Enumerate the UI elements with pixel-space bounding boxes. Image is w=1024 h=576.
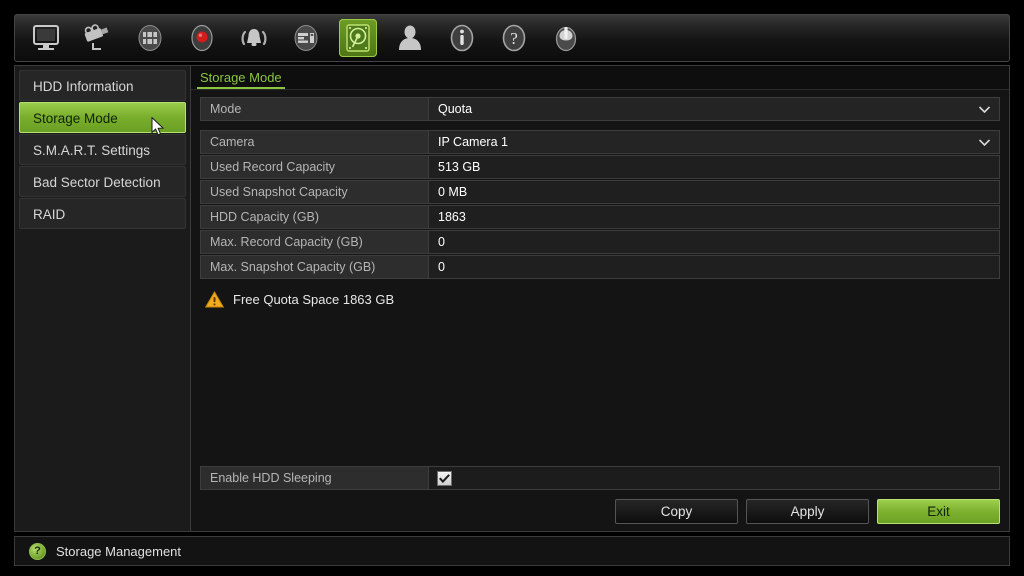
sidebar-item-raid[interactable]: RAID [19,198,186,229]
enable-hdd-sleeping-field [428,466,1000,490]
svg-text:?: ? [510,29,518,48]
help-icon[interactable]: ? [495,19,533,57]
camera-label: Camera [200,130,428,154]
warning-triangle-icon [205,291,224,308]
max-snapshot-capacity-row: Max. Snapshot Capacity (GB) 0 [200,255,1000,279]
chevron-down-icon [979,138,990,146]
enable-hdd-sleeping-row: Enable HDD Sleeping [200,466,1000,490]
used-snapshot-capacity-row: Used Snapshot Capacity 0 MB [200,180,1000,204]
hdd-capacity-label: HDD Capacity (GB) [200,205,428,229]
camera-icon[interactable] [79,19,117,57]
nvr-storage-mode-screen: ? HDD Information Storage Mode S.M.A.R.T… [0,0,1024,576]
info-icon[interactable] [443,19,481,57]
row-separator [200,122,1000,130]
status-bar: ? Storage Management [14,536,1010,566]
max-snapshot-capacity-input[interactable]: 0 [428,255,1000,279]
mode-value: Quota [438,102,473,116]
used-record-capacity-label: Used Record Capacity [200,155,428,179]
status-bar-text: Storage Management [56,543,182,559]
max-record-capacity-input[interactable]: 0 [428,230,1000,254]
sidebar-menu: HDD Information Storage Mode S.M.A.R.T. … [14,65,190,532]
device-icon[interactable] [287,19,325,57]
sidebar-item-smart-settings[interactable]: S.M.A.R.T. Settings [19,134,186,165]
power-icon[interactable] [547,19,585,57]
used-record-capacity-row: Used Record Capacity 513 GB [200,155,1000,179]
tab-storage-mode[interactable]: Storage Mode [197,70,285,89]
hdd-icon[interactable] [339,19,377,57]
main-toolbar: ? [14,14,1010,62]
free-quota-warning: Free Quota Space 1863 GB [200,291,1000,308]
hdd-capacity-value: 1863 [428,205,1000,229]
enable-hdd-sleeping-checkbox[interactable] [437,470,452,486]
record-icon[interactable] [183,19,221,57]
content-area: HDD Information Storage Mode S.M.A.R.T. … [14,65,1010,532]
max-record-capacity-label: Max. Record Capacity (GB) [200,230,428,254]
apply-button[interactable]: Apply [746,499,869,524]
used-snapshot-capacity-label: Used Snapshot Capacity [200,180,428,204]
alarm-icon[interactable] [235,19,273,57]
exit-button[interactable]: Exit [877,499,1000,524]
mode-select[interactable]: Quota [428,97,1000,121]
max-snapshot-capacity-label: Max. Snapshot Capacity (GB) [200,255,428,279]
mode-label: Mode [200,97,428,121]
camera-select[interactable]: IP Camera 1 [428,130,1000,154]
form-spacer [200,308,1000,466]
tab-bar: Storage Mode [191,66,1009,90]
network-icon[interactable] [131,19,169,57]
mode-row: Mode Quota [200,97,1000,121]
monitor-icon[interactable] [27,19,65,57]
chevron-down-icon [979,105,990,113]
max-record-capacity-row: Max. Record Capacity (GB) 0 [200,230,1000,254]
free-quota-warning-text: Free Quota Space 1863 GB [233,292,395,307]
camera-row: Camera IP Camera 1 [200,130,1000,154]
sidebar-item-hdd-information[interactable]: HDD Information [19,70,186,101]
enable-hdd-sleeping-label: Enable HDD Sleeping [200,466,428,490]
hdd-capacity-row: HDD Capacity (GB) 1863 [200,205,1000,229]
sidebar-item-bad-sector-detection[interactable]: Bad Sector Detection [19,166,186,197]
sidebar-item-storage-mode[interactable]: Storage Mode [19,102,186,133]
used-record-capacity-value: 513 GB [428,155,1000,179]
help-circle-icon[interactable]: ? [29,542,46,560]
user-icon[interactable] [391,19,429,57]
copy-button[interactable]: Copy [615,499,738,524]
used-snapshot-capacity-value: 0 MB [428,180,1000,204]
storage-mode-form: Mode Quota Camera IP Camera 1 Used Recor… [191,90,1009,531]
main-panel: Storage Mode Mode Quota Camera IP Camera… [190,65,1010,532]
camera-value: IP Camera 1 [438,135,508,149]
action-button-bar: Copy Apply Exit [200,499,1000,531]
checkmark-icon [439,473,450,483]
